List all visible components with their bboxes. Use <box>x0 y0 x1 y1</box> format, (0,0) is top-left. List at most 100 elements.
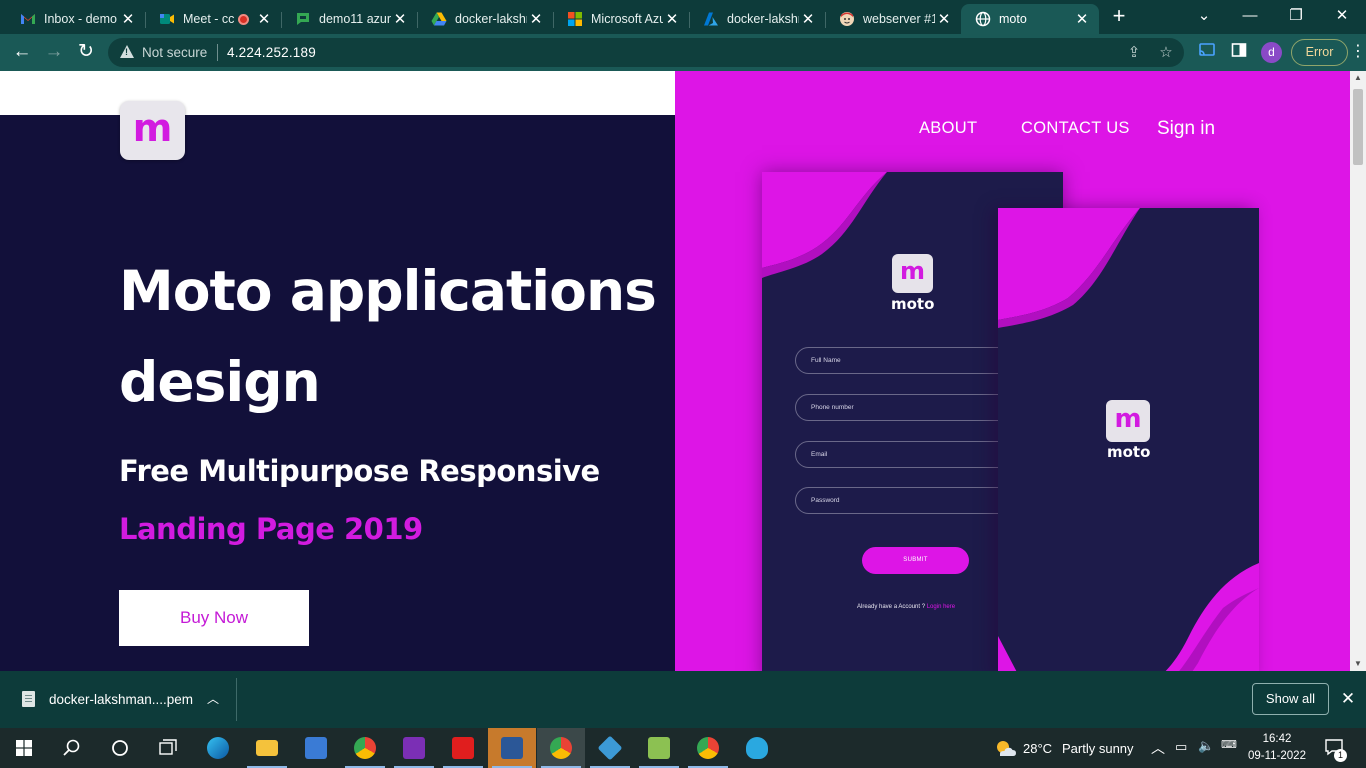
reload-icon[interactable]: ↻ <box>73 40 99 66</box>
minimize-icon[interactable]: — <box>1227 0 1273 34</box>
url-text[interactable]: 4.224.252.189 <box>227 45 316 60</box>
restore-icon[interactable]: ❐ <box>1273 0 1319 34</box>
back-arrow-icon[interactable]: ← <box>9 40 35 66</box>
close-icon[interactable]: ✕ <box>527 10 545 28</box>
jenkins-icon <box>839 11 855 27</box>
volume-icon[interactable]: 🔈 <box>1198 738 1214 754</box>
nav-sign-in[interactable]: Sign in <box>1157 118 1215 140</box>
close-icon[interactable]: ✕ <box>119 10 137 28</box>
taskbar-chrome-alt[interactable] <box>684 728 732 768</box>
buy-now-button[interactable]: Buy Now <box>119 590 309 646</box>
chevron-up-icon[interactable]: ︿ <box>1151 738 1165 758</box>
tab-chat[interactable]: demo11 azure ✕ <box>281 4 418 34</box>
hero-title-line2: design <box>119 350 321 414</box>
azure-icon <box>703 11 719 27</box>
phone-mockup-splash: m moto <box>998 208 1259 671</box>
page-scrollbar[interactable]: ▲ ▼ <box>1350 71 1366 671</box>
taskbar-chrome-profile[interactable] <box>537 728 585 768</box>
show-all-button[interactable]: Show all <box>1252 683 1329 715</box>
taskbar-edge[interactable] <box>194 728 242 768</box>
tab-microsoft-azure[interactable]: Microsoft Azure ✕ <box>553 4 690 34</box>
file-explorer-icon <box>256 740 278 756</box>
taskbar-notepad-plus[interactable] <box>635 728 683 768</box>
close-icon[interactable]: ✕ <box>663 10 681 28</box>
download-bar: docker-lakshman....pem ︿ Show all ✕ <box>0 671 1366 728</box>
menu-kebab-icon[interactable]: ⋮ <box>1350 42 1366 62</box>
error-button[interactable]: Error <box>1291 39 1348 66</box>
start-button[interactable] <box>0 728 48 768</box>
clock-date: 09-11-2022 <box>1248 750 1306 762</box>
taskbar-paint[interactable] <box>733 728 781 768</box>
close-icon[interactable]: ✕ <box>1073 10 1091 28</box>
cast-icon[interactable] <box>1197 42 1217 62</box>
tab-gmail[interactable]: Inbox - demo ✕ <box>6 4 146 34</box>
notification-badge: 1 <box>1334 749 1347 762</box>
tab-azure[interactable]: docker-lakshman ✕ <box>689 4 826 34</box>
tab-title: demo11 azure <box>319 12 391 26</box>
acrobat-icon <box>452 737 474 759</box>
side-panel-icon[interactable] <box>1229 42 1249 62</box>
scroll-up-icon[interactable]: ▲ <box>1350 71 1366 85</box>
tab-title: docker-lakshman <box>727 12 799 26</box>
taskbar-word[interactable] <box>488 728 536 768</box>
tab-title: moto <box>999 12 1027 26</box>
site-logo[interactable]: m <box>120 101 185 160</box>
weather-temp[interactable]: 28°C <box>1023 741 1052 756</box>
security-label[interactable]: Not secure <box>142 45 207 60</box>
close-icon[interactable]: ✕ <box>935 10 953 28</box>
close-icon[interactable]: ✕ <box>1338 688 1358 710</box>
tab-title: Inbox - demo <box>44 12 117 26</box>
download-file-name[interactable]: docker-lakshman....pem <box>49 692 193 707</box>
search-icon <box>63 739 80 756</box>
close-icon[interactable]: ✕ <box>391 10 409 28</box>
weather-desc[interactable]: Partly sunny <box>1062 741 1134 756</box>
address-bar[interactable]: Not secure 4.224.252.189 ⇪ ☆ <box>108 38 1184 67</box>
chevron-up-icon[interactable]: ︿ <box>205 690 221 708</box>
close-icon[interactable]: ✕ <box>255 10 273 28</box>
share-icon[interactable]: ⇪ <box>1124 43 1144 63</box>
tab-moto[interactable]: moto ✕ <box>961 4 1099 34</box>
scroll-thumb[interactable] <box>1353 89 1363 165</box>
scroll-down-icon[interactable]: ▼ <box>1350 657 1366 671</box>
taskbar-store[interactable] <box>292 728 340 768</box>
task-view-icon <box>159 739 177 755</box>
taskbar-acrobat[interactable] <box>439 728 487 768</box>
taskbar-file-explorer[interactable] <box>243 728 291 768</box>
cortana-button[interactable] <box>96 728 144 768</box>
meet-now-icon[interactable]: ▭ <box>1175 739 1187 755</box>
tab-drive[interactable]: docker-lakshman ✕ <box>417 4 554 34</box>
hero-right-panel: m moto Full Name Phone number Email Pass… <box>675 71 1350 671</box>
hero-subtitle-line2: Landing Page 2019 <box>119 512 423 546</box>
bookmark-star-icon[interactable]: ☆ <box>1156 43 1176 63</box>
profile-avatar[interactable]: d <box>1261 42 1282 63</box>
system-clock[interactable]: 16:42 09-11-2022 <box>1244 731 1310 765</box>
tab-jenkins[interactable]: webserver #1 ✕ <box>825 4 961 34</box>
taskbar-onenote[interactable] <box>390 728 438 768</box>
account-prompt: Already have a Account ? Login here <box>857 604 955 610</box>
login-link[interactable]: Login here <box>927 604 955 610</box>
chat-icon <box>295 11 311 27</box>
tab-meet[interactable]: Meet - cc ✕ <box>145 4 282 34</box>
language-icon[interactable]: ⌨ <box>1221 738 1237 751</box>
window-close-icon[interactable]: ✕ <box>1319 0 1365 34</box>
new-tab-button[interactable]: + <box>1107 5 1131 29</box>
file-icon <box>22 691 35 707</box>
taskbar-git[interactable] <box>586 728 634 768</box>
forward-arrow-icon[interactable]: → <box>41 40 67 66</box>
close-icon[interactable]: ✕ <box>799 10 817 28</box>
warning-icon[interactable] <box>120 45 134 58</box>
divider <box>236 678 237 721</box>
search-button[interactable] <box>48 728 96 768</box>
meet-icon <box>159 11 175 27</box>
weather-icon[interactable] <box>994 738 1016 756</box>
submit-button[interactable]: SUBMIT <box>862 547 969 574</box>
tab-search-chevron-icon[interactable]: ⌄ <box>1181 0 1227 34</box>
drive-icon <box>431 11 447 27</box>
nav-about[interactable]: ABOUT <box>919 119 977 138</box>
taskbar-chrome[interactable] <box>341 728 389 768</box>
task-view-button[interactable] <box>144 728 192 768</box>
tab-title: Meet - cc <box>183 12 235 26</box>
git-icon <box>597 735 623 761</box>
recording-icon <box>238 13 249 25</box>
nav-contact-us[interactable]: CONTACT US <box>1021 119 1130 138</box>
